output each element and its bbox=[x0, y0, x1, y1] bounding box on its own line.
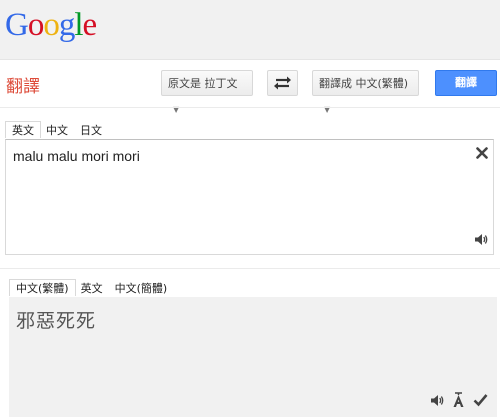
tab-result-english[interactable]: 英文 bbox=[74, 279, 110, 296]
result-box: 邪惡死死 bbox=[9, 297, 497, 417]
speaker-icon[interactable] bbox=[430, 394, 444, 407]
logo-letter: o bbox=[43, 7, 59, 43]
target-language-select[interactable]: 翻譯成 中文(繁體) ▼ bbox=[312, 70, 419, 114]
logo-letter: o bbox=[27, 7, 44, 43]
speaker-icon[interactable] bbox=[474, 233, 488, 246]
page-title: 翻譯 bbox=[6, 77, 40, 97]
logo-letter: G bbox=[5, 7, 29, 43]
source-language-select[interactable]: 原文是 拉丁文 ▼ bbox=[161, 70, 253, 114]
translated-text[interactable]: 邪惡死死 bbox=[16, 306, 96, 333]
google-logo[interactable]: Google bbox=[5, 5, 98, 45]
divider bbox=[0, 107, 500, 108]
checkmark-icon[interactable] bbox=[473, 393, 488, 407]
tab-result-chinese-traditional[interactable]: 中文(繁體) bbox=[9, 279, 76, 296]
toolbar: 翻譯 原文是 拉丁文 ▼ 翻譯成 中文(繁體) ▼ 翻譯 bbox=[0, 60, 500, 114]
tab-source-chinese[interactable]: 中文 bbox=[39, 121, 75, 138]
chevron-down-icon: ▼ bbox=[173, 105, 180, 114]
tab-source-japanese[interactable]: 日文 bbox=[73, 121, 109, 138]
target-language-label: 翻譯成 中文(繁體) bbox=[319, 77, 409, 90]
swap-languages-button[interactable] bbox=[267, 70, 298, 96]
swap-arrows-icon bbox=[274, 76, 291, 90]
chevron-down-icon: ▼ bbox=[324, 105, 331, 114]
source-text-area[interactable]: malu malu mori mori bbox=[5, 139, 494, 255]
logo-letter: l bbox=[74, 7, 83, 43]
divider bbox=[0, 268, 500, 269]
tab-result-chinese-simplified[interactable]: 中文(簡體) bbox=[108, 279, 175, 296]
header-bar: Google bbox=[0, 0, 500, 60]
logo-letter: g bbox=[58, 7, 75, 43]
romanize-icon[interactable] bbox=[452, 392, 465, 408]
logo-letter: e bbox=[82, 7, 98, 43]
clear-icon[interactable] bbox=[476, 147, 488, 159]
source-text[interactable]: malu malu mori mori bbox=[13, 148, 140, 164]
source-language-label: 原文是 拉丁文 bbox=[168, 77, 238, 90]
translate-button[interactable]: 翻譯 bbox=[435, 70, 497, 96]
source-language-tabs: 英文 中文 日文 bbox=[5, 121, 107, 139]
result-language-tabs: 中文(繁體) 英文 中文(簡體) bbox=[9, 279, 172, 297]
tab-source-english[interactable]: 英文 bbox=[5, 121, 41, 138]
